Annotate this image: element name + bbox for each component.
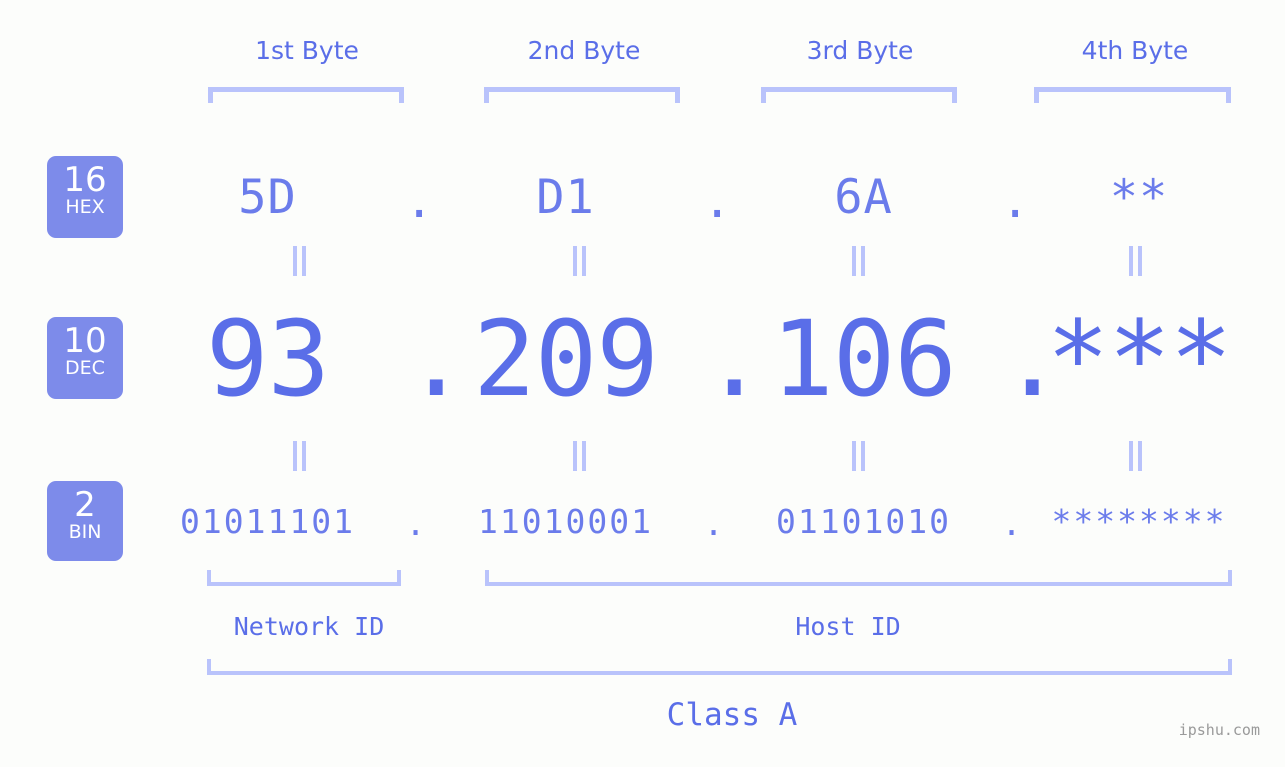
bin-separator-3: . <box>1001 503 1024 543</box>
hex-value-row: 5D . D1 . 6A . ** <box>130 150 1255 245</box>
dec-byte-4: *** <box>1046 298 1233 420</box>
byte-bracket-1 <box>208 87 404 103</box>
equals-mark-hex-dec-4 <box>1128 246 1144 276</box>
dec-separator-2: . <box>703 298 766 420</box>
ip-address-breakdown-diagram: 1st Byte 2nd Byte 3rd Byte 4th Byte 16 H… <box>0 0 1285 767</box>
class-label: Class A <box>666 697 798 733</box>
hex-byte-2: D1 <box>536 170 595 225</box>
equals-mark-dec-bin-3 <box>851 441 867 471</box>
byte-bracket-4 <box>1034 87 1231 103</box>
base-badge-bin-name: BIN <box>68 521 102 543</box>
equals-mark-hex-dec-3 <box>851 246 867 276</box>
bin-byte-1: 01011101 <box>180 501 355 541</box>
equals-mark-dec-bin-2 <box>572 441 588 471</box>
base-badge-bin: 2 BIN <box>47 481 123 561</box>
equals-mark-hex-dec-2 <box>572 246 588 276</box>
base-badge-bin-number: 2 <box>74 485 96 525</box>
base-badge-hex-number: 16 <box>63 160 107 200</box>
base-badge-hex: 16 HEX <box>47 156 123 238</box>
hex-separator-3: . <box>1001 174 1031 229</box>
network-id-bracket <box>207 570 401 586</box>
dec-value-row: 93 . 209 . 106 . *** <box>130 298 1255 420</box>
byte-header-2: 2nd Byte <box>527 36 641 65</box>
bin-byte-3: 01101010 <box>776 501 951 541</box>
byte-bracket-2 <box>484 87 680 103</box>
dec-separator-1: . <box>405 298 468 420</box>
hex-separator-1: . <box>405 174 435 229</box>
equals-mark-dec-bin-4 <box>1128 441 1144 471</box>
base-badge-dec-number: 10 <box>63 321 107 361</box>
base-badge-hex-name: HEX <box>65 196 105 218</box>
equals-mark-dec-bin-1 <box>292 441 308 471</box>
bin-byte-2: 11010001 <box>478 501 653 541</box>
hex-byte-1: 5D <box>238 170 297 225</box>
site-watermark: ipshu.com <box>1178 721 1260 739</box>
host-id-bracket <box>485 570 1232 586</box>
bin-separator-1: . <box>405 503 428 543</box>
byte-header-1: 1st Byte <box>255 36 359 65</box>
byte-header-3: 3rd Byte <box>806 36 914 65</box>
byte-header-4: 4th Byte <box>1081 36 1189 65</box>
bin-value-row: 01011101 . 11010001 . 01101010 . *******… <box>130 490 1255 552</box>
dec-byte-2: 209 <box>473 298 659 420</box>
bin-separator-2: . <box>703 503 726 543</box>
host-id-label: Host ID <box>795 612 901 641</box>
base-badge-dec-name: DEC <box>65 357 105 379</box>
hex-separator-2: . <box>703 174 733 229</box>
dec-separator-3: . <box>1001 298 1064 420</box>
bin-byte-4: ******** <box>1051 501 1227 541</box>
base-badge-dec: 10 DEC <box>47 317 123 399</box>
hex-byte-3: 6A <box>834 170 893 225</box>
dec-byte-1: 93 <box>205 298 330 420</box>
byte-bracket-3 <box>761 87 957 103</box>
dec-byte-3: 106 <box>771 298 957 420</box>
network-id-label: Network ID <box>233 612 385 641</box>
hex-byte-4: ** <box>1109 170 1169 225</box>
class-bracket <box>207 659 1232 675</box>
equals-mark-hex-dec-1 <box>292 246 308 276</box>
